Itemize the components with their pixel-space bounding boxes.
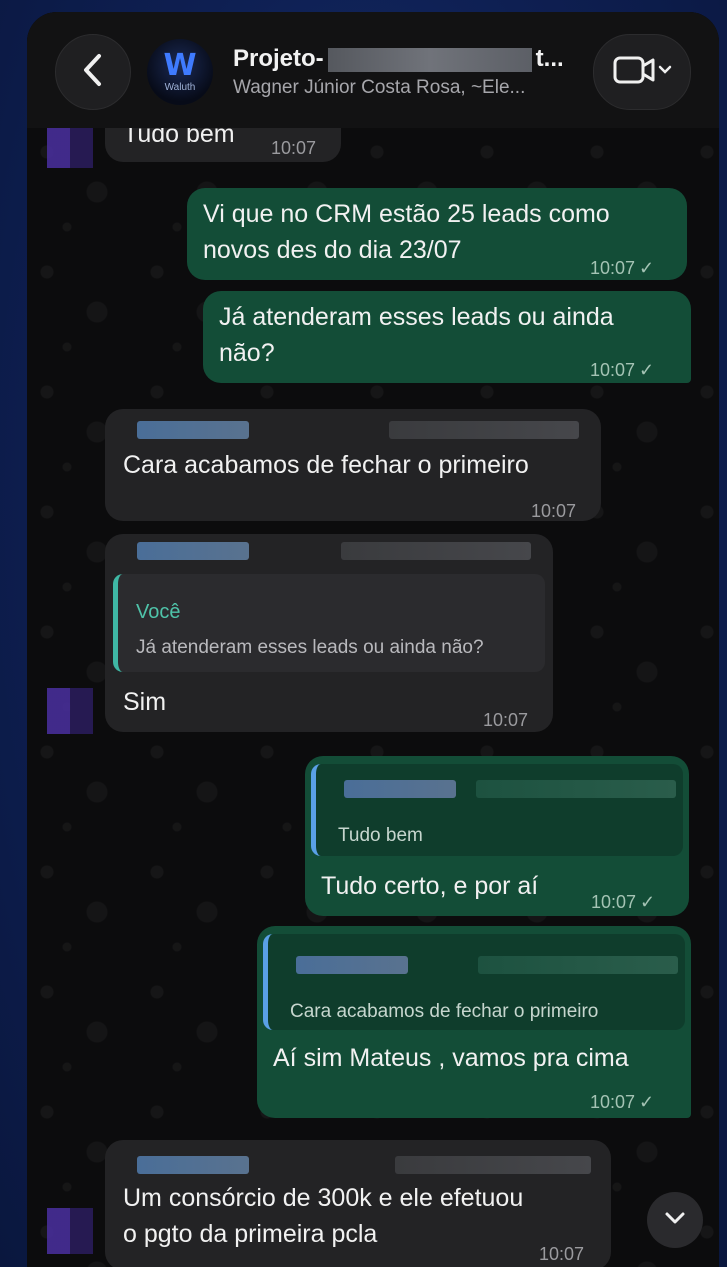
- avatar-brand-text: Waluth: [164, 82, 196, 93]
- quote-phone-blurred: [476, 780, 676, 798]
- message-bubble-outgoing[interactable]: Vi que no CRM estão 25 leads como novos …: [187, 188, 687, 280]
- sent-check-icon: ✓: [639, 360, 655, 380]
- message-bubble-incoming[interactable]: Um consórcio de 300k e ele efetuou o pgt…: [105, 1140, 611, 1267]
- quote-text: Já atenderam esses leads ou ainda não?: [136, 637, 484, 658]
- sender-phone-blurred: [341, 542, 531, 560]
- chat-participants[interactable]: Wagner Júnior Costa Rosa, ~Ele...: [233, 77, 525, 99]
- chat-title-prefix: Projeto-: [233, 45, 324, 72]
- message-time: 10:07: [483, 710, 529, 730]
- quoted-message[interactable]: Você Já atenderam esses leads ou ainda n…: [113, 574, 545, 672]
- quote-phone-blurred: [478, 956, 678, 974]
- message-text: Aí sim Mateus , vamos pra cima: [273, 1044, 629, 1072]
- message-text-line-1: Um consórcio de 300k e ele efetuou: [123, 1184, 524, 1212]
- message-bubble-outgoing[interactable]: Já atenderam esses leads ou ainda não? 1…: [203, 291, 691, 383]
- quote-text: Tudo bem: [338, 825, 423, 846]
- message-text-line-1: Já atenderam esses leads ou ainda: [219, 303, 614, 331]
- message-text-line-2: novos des do dia 23/07: [203, 236, 462, 264]
- message-text: Sim: [123, 688, 167, 716]
- message-time: 10:07: [531, 501, 577, 521]
- sender-avatar-pixelated: [47, 1208, 93, 1254]
- message-text-line-2: o pgto da primeira pcla: [123, 1220, 378, 1248]
- sender-name-blurred: [137, 421, 249, 439]
- message-text-line-1: Vi que no CRM estão 25 leads como: [203, 200, 610, 228]
- sent-check-icon: ✓: [639, 1092, 655, 1112]
- quote-author-blurred: [296, 956, 408, 974]
- message-list[interactable]: Tudo bem 10:07 Vi que no CRM estão 25 le…: [27, 12, 719, 1267]
- message-text: Tudo certo, e por aí: [321, 872, 539, 900]
- chat-title-suffix: t...: [535, 45, 564, 72]
- message-time: 10:07: [539, 1244, 585, 1264]
- avatar-logo-letter: W: [163, 48, 197, 83]
- quote-author: Você: [136, 601, 181, 623]
- message-time: 10:07: [271, 138, 317, 158]
- group-avatar[interactable]: W Waluth: [147, 39, 213, 105]
- message-bubble-incoming-reply[interactable]: Você Já atenderam esses leads ou ainda n…: [105, 534, 553, 732]
- video-camera-icon: [611, 53, 673, 92]
- sender-avatar-pixelated: [47, 122, 93, 168]
- quoted-message[interactable]: Cara acabamos de fechar o primeiro: [263, 934, 685, 1030]
- sent-check-icon: ✓: [640, 892, 656, 912]
- message-bubble-outgoing-reply[interactable]: Tudo bem Tudo certo, e por aí 10:07 ✓: [305, 756, 689, 916]
- scroll-to-bottom-button[interactable]: [647, 1192, 703, 1248]
- message-text-line-2: não?: [219, 339, 275, 367]
- sender-phone-blurred: [389, 421, 579, 439]
- sender-name-blurred: [137, 1156, 249, 1174]
- message-bubble-outgoing-reply[interactable]: Cara acabamos de fechar o primeiro Aí si…: [257, 926, 691, 1118]
- quote-author-blurred: [344, 780, 456, 798]
- message-bubble-incoming[interactable]: Cara acabamos de fechar o primeiro 10:07: [105, 409, 601, 521]
- sender-name-blurred: [137, 542, 249, 560]
- sender-phone-blurred: [395, 1156, 591, 1174]
- quote-text: Cara acabamos de fechar o primeiro: [290, 1001, 599, 1022]
- message-time: 10:07 ✓: [590, 258, 655, 278]
- chat-title-blurred: [327, 47, 532, 72]
- chat-window: Tudo bem 10:07 Vi que no CRM estão 25 le…: [27, 12, 719, 1267]
- quoted-message[interactable]: Tudo bem: [311, 764, 683, 856]
- back-button[interactable]: [55, 34, 131, 110]
- message-time: 10:07 ✓: [591, 892, 656, 912]
- chevron-left-icon: [78, 52, 108, 93]
- message-text: Cara acabamos de fechar o primeiro: [123, 451, 529, 479]
- message-time: 10:07 ✓: [590, 1092, 655, 1112]
- sent-check-icon: ✓: [639, 258, 655, 278]
- chevron-down-icon: [663, 1210, 687, 1231]
- message-time: 10:07 ✓: [590, 360, 655, 380]
- chat-header: W Waluth Projeto-t... Wagner Júnior Cost…: [27, 12, 719, 128]
- chat-title[interactable]: Projeto-t...: [233, 45, 564, 73]
- video-call-button[interactable]: [593, 34, 691, 110]
- sender-avatar-pixelated: [47, 688, 93, 734]
